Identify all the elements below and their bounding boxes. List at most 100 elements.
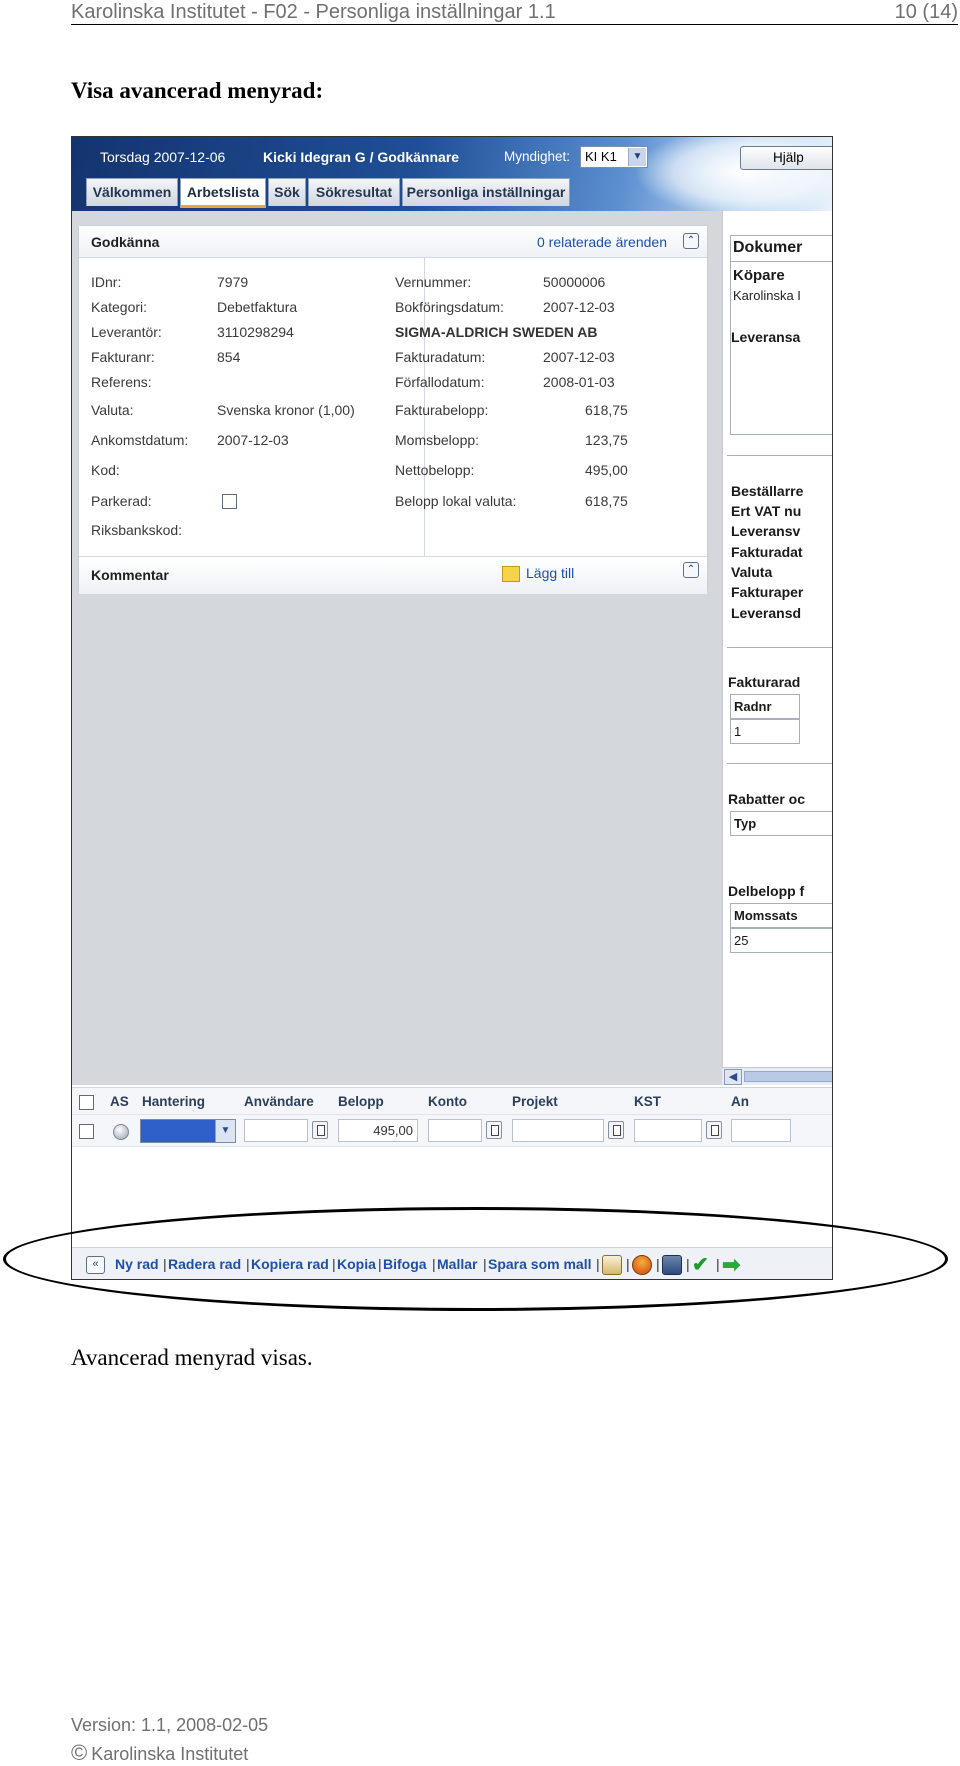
field-value: Svenska kronor (1,00) [217,402,355,418]
chevron-down-icon[interactable]: ▼ [628,148,646,166]
table-row: ▼ 495,00 [72,1115,832,1147]
panel-header: Godkänna 0 relaterade ärenden ⌃ [79,226,707,258]
invoice-rows-title: Fakturarad [728,674,801,690]
type-header: Typ [730,811,832,836]
user-input[interactable] [244,1119,308,1142]
field-label: Momsbelopp: [395,432,480,448]
application-screenshot: Torsdag 2007-12-06 Kicki Idegran G / God… [71,136,833,1280]
column-header[interactable]: KST [634,1094,661,1109]
column-header[interactable]: Konto [428,1094,467,1109]
discounts-title: Rabatter oc [728,791,806,807]
scrollbar-thumb[interactable] [744,1071,832,1082]
myndighet-value: KI K1 [585,149,617,164]
tab-sokresultat[interactable]: Sökresultat [308,178,400,206]
handling-select[interactable]: ▼ [140,1119,236,1143]
amount-input[interactable]: 495,00 [338,1119,418,1142]
add-comment-link[interactable]: Lägg till [526,565,574,581]
vat-rate-header: Momssats [730,903,832,928]
doc-label: Ert VAT nu [731,503,802,519]
row-checkbox[interactable] [79,1124,94,1139]
lookup-icon[interactable] [608,1121,624,1139]
account-input[interactable] [428,1119,482,1142]
field-label: IDnr: [91,274,122,290]
tab-personliga-installningar[interactable]: Personliga inställningar [402,178,570,206]
field-label: Vernummer: [395,274,472,290]
cost-center-input[interactable] [634,1119,702,1142]
field-label: Riksbankskod: [91,522,183,538]
field-label: Ankomstdatum: [91,432,189,448]
doc-label: Leveransv [731,523,801,539]
field-label: Bokföringsdatum: [395,299,504,315]
field-label: Nettobelopp: [395,462,475,478]
comment-row: Kommentar Lägg till ⌃ [79,556,707,594]
parked-checkbox[interactable] [222,494,237,509]
section-title: Visa avancerad menyrad: [71,78,324,103]
field-value: 7979 [217,274,249,290]
field-value: Debetfaktura [217,299,298,315]
help-button[interactable]: Hjälp [740,146,832,170]
column-header[interactable]: An [731,1094,749,1109]
column-header[interactable]: Projekt [512,1094,558,1109]
field-label: Referens: [91,374,152,390]
approve-panel: Godkänna 0 relaterade ärenden ⌃ IDnr: 79… [78,225,708,594]
lookup-icon[interactable] [486,1121,502,1139]
chevron-down-icon[interactable]: ▼ [215,1120,235,1142]
chevron-left-icon[interactable]: ◀ [724,1069,742,1085]
tab-arbetslista[interactable]: Arbetslista [180,178,266,208]
related-cases-link[interactable]: 0 relaterade ärenden [537,234,667,250]
divider [730,261,832,262]
collapse-icon[interactable]: ⌃ [683,233,699,249]
panel-title: Godkänna [91,234,160,250]
column-header[interactable]: Belopp [338,1094,384,1109]
column-header[interactable]: Hantering [142,1094,205,1109]
doc-label: Leveransd [731,605,802,621]
supplier-name: SIGMA-ALDRICH SWEDEN AB [395,324,598,340]
document-pane: Dokumer Köpare Karolinska I Leveransa Be… [722,211,832,1085]
subtotal-title: Delbelopp f [728,883,805,899]
buyer-value: Karolinska I [733,288,801,303]
top-bar: Torsdag 2007-12-06 Kicki Idegran G / God… [72,137,832,217]
vat-rate-cell: 25 [730,928,832,953]
field-value: 2007-12-03 [543,299,615,315]
caption: Avancerad menyrad visas. [71,1345,313,1370]
doc-label: Fakturadat [731,544,803,560]
field-label: Förfallodatum: [395,374,485,390]
tab-sok[interactable]: Sök [268,178,306,206]
grid-header: AS Hantering Användare Belopp Konto Proj… [72,1087,832,1115]
extra-input[interactable] [731,1119,791,1142]
column-header[interactable]: Användare [244,1094,314,1109]
lookup-icon[interactable] [706,1121,722,1139]
field-value: 495,00 [585,462,628,478]
collapse-icon[interactable]: ⌃ [683,562,699,578]
horizontal-scrollbar[interactable]: ◀ [722,1067,832,1085]
status-indicator-icon [113,1124,129,1140]
myndighet-label: Myndighet: [504,149,571,164]
divider [727,647,832,648]
lookup-icon[interactable] [312,1121,328,1139]
field-label: Fakturanr: [91,349,155,365]
doc-label: Valuta [731,564,773,580]
buyer-title: Köpare [733,267,785,284]
document-header-title: Karolinska Institutet - F02 - Personliga… [71,1,556,23]
comment-title: Kommentar [91,567,169,583]
column-header[interactable]: AS [110,1094,129,1109]
field-value: 2007-12-03 [217,432,289,448]
myndighet-select[interactable]: KI K1 ▼ [580,146,648,168]
divider [727,763,832,764]
doc-label: Fakturaper [731,584,804,600]
radnr-cell: 1 [730,719,800,744]
field-value: 3110298294 [217,324,294,340]
delivery-address-label: Leveransa [731,329,801,345]
field-label: Kategori: [91,299,148,315]
radnr-header: Radnr [730,694,800,719]
field-value: 854 [217,349,241,365]
field-label: Fakturadatum: [395,349,486,365]
note-icon[interactable] [502,566,520,582]
highlight-ellipse [3,1207,948,1311]
tab-valkommen[interactable]: Välkommen [86,178,178,206]
page-number: 10 (14) [894,1,958,23]
field-value: 2007-12-03 [543,349,615,365]
project-input[interactable] [512,1119,604,1142]
field-value: 123,75 [585,432,628,448]
select-all-checkbox[interactable] [79,1095,94,1110]
